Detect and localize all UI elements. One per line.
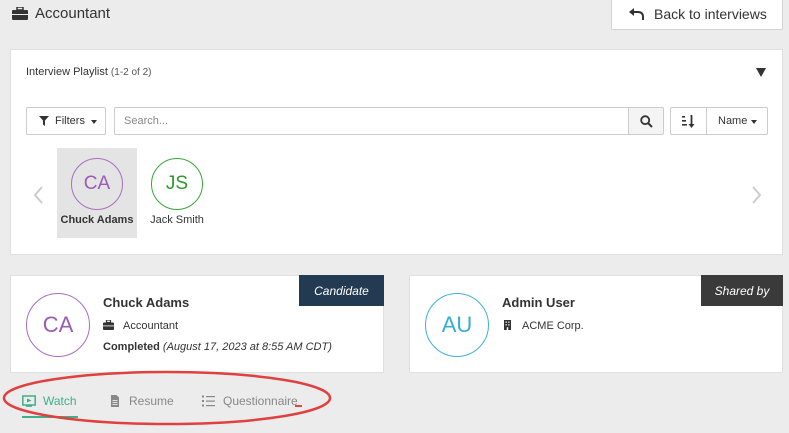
search-button[interactable] (628, 107, 664, 135)
video-icon (22, 395, 36, 407)
filters-button[interactable]: Filters (26, 107, 106, 135)
search-input[interactable] (114, 107, 628, 135)
briefcase-icon (12, 7, 28, 20)
undo-arrow-icon (629, 8, 644, 20)
org-name: ACME Corp. (522, 320, 584, 332)
status-label: Completed (103, 341, 160, 353)
active-tab-indicator (22, 416, 78, 418)
chevron-right-icon[interactable] (748, 183, 764, 207)
candidate-name: Chuck Adams (60, 214, 134, 226)
interview-tabs: Watch Resume Questionnaire (10, 388, 410, 424)
tab-resume[interactable]: Resume (108, 394, 174, 408)
candidate-tag: Candidate (299, 275, 384, 306)
collapse-toggle-icon[interactable] (756, 68, 766, 77)
building-icon (504, 320, 511, 330)
candidate-card: CA Chuck Adams Accountant Completed (Aug… (10, 275, 384, 373)
search-icon (640, 115, 653, 128)
chevron-down-icon (91, 120, 97, 124)
avatar: JS (151, 158, 203, 210)
candidate-job-title: Accountant (123, 320, 179, 332)
interview-status: Completed (August 17, 2023 at 8:55 AM CD… (103, 341, 332, 353)
tab-questionnaire[interactable]: Questionnaire (202, 394, 298, 408)
sort-icon (682, 115, 695, 128)
candidate-job: Accountant (103, 320, 178, 332)
playlist-title-text: Interview Playlist (26, 66, 108, 78)
back-button-label: Back to interviews (654, 6, 767, 22)
shared-by-card: AU Admin User ACME Corp. Shared by (409, 275, 783, 373)
interview-playlist-panel: Interview Playlist(1-2 of 2) Filters Nam… (10, 49, 783, 255)
avatar: CA (71, 158, 123, 210)
sort-field-value: Name (718, 115, 748, 127)
sort-direction-button[interactable] (670, 107, 706, 135)
playlist-candidate-chuck-adams[interactable]: CA Chuck Adams (57, 148, 137, 238)
tab-watch[interactable]: Watch (22, 394, 77, 408)
avatar: CA (26, 293, 90, 357)
job-title: Accountant (35, 5, 111, 22)
avatar: AU (425, 293, 489, 357)
playlist-count: (1-2 of 2) (110, 67, 152, 78)
filters-label: Filters (55, 115, 85, 127)
playlist-candidate-jack-smith[interactable]: JS Jack Smith (137, 148, 217, 238)
shared-by-tag: Shared by (701, 275, 783, 306)
status-date: (August 17, 2023 at 8:55 AM CDT) (162, 341, 332, 353)
filter-icon (39, 116, 49, 126)
candidate-name: Chuck Adams (103, 295, 190, 310)
shared-by-name: Admin User (502, 295, 575, 310)
briefcase-icon (103, 320, 114, 330)
tab-label: Resume (129, 394, 174, 408)
candidate-name: Jack Smith (150, 214, 204, 226)
page-header: Accountant Back to interviews (0, 0, 789, 30)
document-icon (111, 395, 119, 407)
list-icon (202, 395, 215, 407)
tab-label: Watch (43, 394, 77, 408)
notification-mark (295, 405, 302, 407)
shared-by-org: ACME Corp. (502, 320, 584, 332)
sort-field-select[interactable]: Name (706, 107, 768, 135)
back-to-interviews-button[interactable]: Back to interviews (611, 0, 783, 30)
tab-label: Questionnaire (223, 394, 298, 408)
playlist-title: Interview Playlist (1-2 of 2) (26, 66, 152, 78)
chevron-left-icon[interactable] (31, 183, 47, 207)
chevron-down-icon (751, 120, 757, 124)
